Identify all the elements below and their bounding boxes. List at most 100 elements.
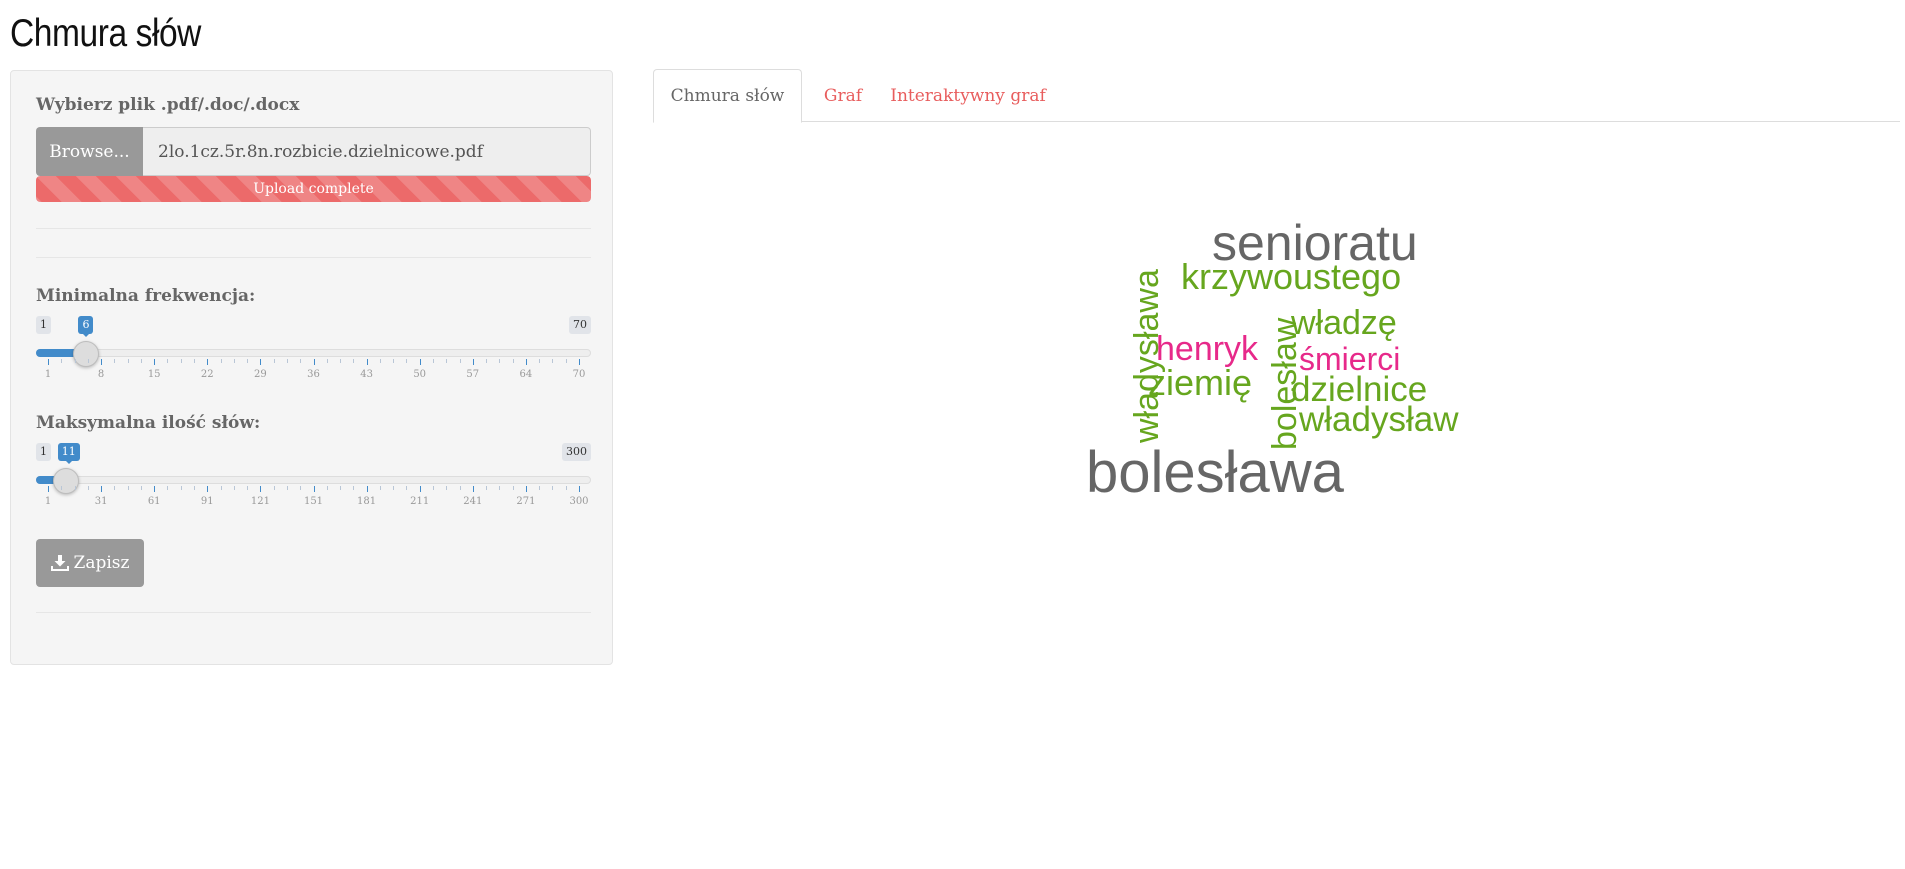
cloud-word: władysław: [1299, 400, 1459, 439]
slider-minor-tick: [127, 359, 129, 363]
slider-minor-tick: [273, 486, 275, 490]
slider-minor-tick: [406, 359, 408, 363]
slider-minor-tick: [180, 486, 182, 490]
slider-minor-tick: [552, 359, 554, 363]
slider-minor-tick: [167, 486, 169, 490]
slider-minor-tick: [300, 486, 302, 490]
slider-minor-tick: [512, 359, 514, 363]
min-freq-slider[interactable]: 1 70 6 1 8 15 22 29 36 43 50 57 64 70: [36, 316, 591, 396]
slider-tick: [366, 486, 368, 492]
slider-tick-label: 91: [200, 496, 214, 507]
slider-minor-tick: [286, 486, 288, 490]
slider-minor-tick: [340, 486, 342, 490]
browse-button[interactable]: Browse...: [36, 127, 143, 176]
min-freq-value-label: 6: [78, 316, 94, 337]
slider-minor-tick: [127, 486, 129, 490]
slider-tick: [48, 486, 49, 492]
cloud-word: krzywoustego: [1181, 256, 1402, 297]
tab-interaktywny-graf[interactable]: Interaktywny graf: [884, 69, 1052, 122]
save-button[interactable]: Zapisz: [36, 539, 144, 587]
page-title: Chmura słów: [10, 12, 201, 55]
slider-tick-label: 1: [44, 496, 52, 507]
slider-minor-tick: [140, 359, 142, 363]
divider: [36, 612, 591, 613]
slider-track[interactable]: [36, 476, 591, 484]
slider-tick: [260, 359, 262, 365]
slider-minor-tick: [393, 359, 395, 363]
slider-minor-tick: [247, 486, 249, 490]
slider-minor-tick: [486, 359, 488, 363]
slider-minor-tick: [393, 486, 395, 490]
slider-minor-tick: [326, 486, 328, 490]
slider-minor-tick: [220, 486, 222, 490]
slider-minor-tick: [486, 486, 488, 490]
tab-chmura-slow[interactable]: Chmura słów: [653, 69, 802, 123]
cloud-word: bolesława: [1086, 440, 1344, 505]
slider-minor-tick: [565, 359, 567, 363]
slider-minor-tick: [61, 359, 63, 363]
slider-minor-tick: [552, 486, 554, 490]
slider-track[interactable]: [36, 349, 591, 357]
max-words-slider-handle[interactable]: [52, 468, 79, 494]
divider: [36, 257, 591, 258]
slider-minor-tick: [432, 486, 434, 490]
slider-tick: [579, 486, 580, 492]
min-freq-min-label: 1: [36, 316, 51, 334]
slider-tick-label: 211: [410, 496, 430, 507]
slider-minor-tick: [353, 359, 355, 363]
slider-tick: [101, 486, 103, 492]
min-freq-label: Minimalna frekwencja:: [36, 286, 256, 306]
sidebar-panel: Wybierz plik .pdf/.doc/.docx Browse... 2…: [10, 70, 613, 665]
slider-minor-tick: [512, 486, 514, 490]
slider-tick-label: 241: [463, 496, 483, 507]
save-button-label: Zapisz: [73, 553, 130, 573]
slider-minor-tick: [379, 486, 381, 490]
slider-minor-tick: [539, 359, 541, 363]
slider-tick: [101, 359, 103, 365]
tab-bar: Chmura słów Graf Interaktywny graf: [653, 69, 1900, 123]
slider-tick-label: 271: [516, 496, 536, 507]
cloud-word: henryk: [1156, 330, 1259, 368]
slider-minor-tick: [432, 359, 434, 363]
slider-tick-label: 15: [147, 369, 161, 380]
slider-minor-tick: [446, 359, 448, 363]
tab-graf[interactable]: Graf: [802, 69, 884, 122]
slider-minor-tick: [406, 486, 408, 490]
file-input-label: Wybierz plik .pdf/.doc/.docx: [36, 95, 300, 115]
slider-minor-tick: [459, 486, 461, 490]
slider-minor-tick: [74, 486, 76, 490]
slider-tick-label: 29: [254, 369, 267, 380]
max-words-slider[interactable]: 1 300 11 1 31 61 91 121 151 181 211 241 271 300: [36, 443, 591, 523]
slider-tick: [419, 486, 421, 492]
slider-tick: [207, 359, 209, 365]
slider-minor-tick: [87, 359, 89, 363]
slider-minor-tick: [114, 359, 116, 363]
file-name-field[interactable]: 2lo.1cz.5r.8n.rozbicie.dzielnicowe.pdf: [143, 127, 591, 176]
slider-tick: [207, 486, 209, 492]
slider-tick: [525, 486, 527, 492]
slider-minor-tick: [459, 359, 461, 363]
slider-tick: [472, 486, 474, 492]
slider-tick: [260, 486, 262, 492]
slider-tick: [419, 359, 421, 365]
slider-minor-tick: [340, 359, 342, 363]
slider-minor-tick: [499, 486, 501, 490]
min-freq-max-label: 70: [569, 316, 591, 334]
slider-tick-label: 50: [413, 369, 427, 380]
upload-progress-fill: Upload complete: [36, 176, 591, 202]
slider-tick-label: 121: [250, 496, 270, 507]
file-input-group: Browse... 2lo.1cz.5r.8n.rozbicie.dzielni…: [36, 127, 591, 176]
slider-tick: [154, 359, 156, 365]
cloud-word: władzę: [1291, 304, 1397, 342]
slider-minor-tick: [87, 486, 89, 490]
slider-tick-label: 151: [303, 496, 324, 507]
slider-minor-tick: [565, 486, 567, 490]
slider-minor-tick: [194, 359, 196, 363]
slider-minor-tick: [74, 359, 76, 363]
slider-tick-label: 36: [307, 369, 320, 380]
min-freq-slider-handle[interactable]: [73, 341, 100, 367]
slider-tick-label: 70: [572, 369, 586, 380]
slider-minor-tick: [61, 486, 63, 490]
slider-tick: [472, 359, 474, 365]
slider-tick: [313, 359, 315, 365]
